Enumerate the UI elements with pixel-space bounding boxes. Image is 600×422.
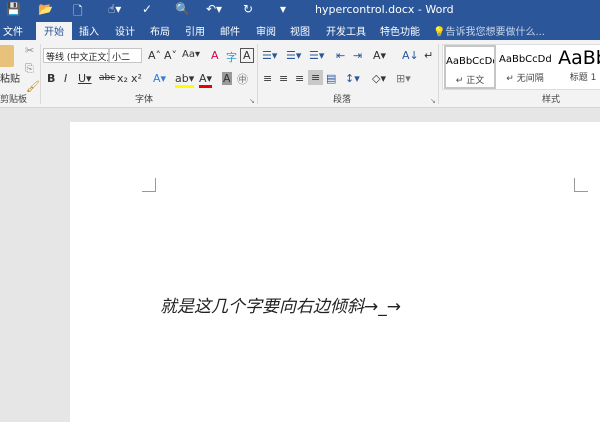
format-painter-icon[interactable]: 🖌 [26,80,40,93]
undo-icon[interactable]: ↶▾ [206,2,222,16]
strikethrough-icon[interactable]: abc [99,73,115,83]
style-preview: AaBbCcDd [499,54,551,65]
tab-mailings[interactable]: 邮件 [220,23,240,38]
redo-icon[interactable]: ↻ [243,2,253,16]
copy-icon[interactable]: ⎘ [25,62,34,76]
numbering-icon[interactable]: ☰▾ [286,49,301,62]
style-preview: AaBbCcDd [446,56,494,67]
style-heading-1[interactable]: AaBb 标题 1 [553,45,600,89]
document-text[interactable]: 就是这几个字要向右边倾斜→_→ [160,292,401,317]
multilevel-list-icon[interactable]: ☰▾ [309,49,324,62]
save-icon[interactable]: 💾 [6,2,21,16]
enclose-char-icon[interactable]: ㊥ [237,71,248,87]
justify-icon[interactable]: ≡ [308,70,324,85]
styles-gallery: AaBbCcDd ↵ 正文 AaBbCcDd ↵ 无间隔 AaBb 标题 1 [442,44,600,90]
decrease-indent-icon[interactable]: ⇤ [336,49,345,62]
superscript-icon[interactable]: x² [131,72,142,85]
divider [257,44,258,104]
line-spacing-icon[interactable]: ↕▾ [345,72,360,85]
lightbulb-icon: 💡 [433,27,446,38]
tab-layout[interactable]: 布局 [150,23,170,38]
print-preview-icon[interactable]: 🔍 [175,2,190,16]
styles-group-label: 样式 [542,95,561,105]
crop-mark-left [142,178,156,192]
font-name-select[interactable]: 等线 (中文正文) [43,48,109,63]
distributed-icon[interactable]: ▤ [326,72,336,85]
font-size-select[interactable]: 小二 [109,48,142,63]
grow-font-icon[interactable]: A˄ [148,49,161,62]
tab-developer[interactable]: 开发工具 [326,23,366,38]
tab-file[interactable]: 文件 [3,23,23,38]
font-color-icon[interactable]: A▾ [199,72,213,88]
ribbon-tabs: 文件 开始 插入 设计 布局 引用 邮件 审阅 视图 开发工具 特色功能 💡告诉… [0,20,600,40]
clear-format-icon[interactable]: A [211,49,219,62]
align-right-icon[interactable]: ≡ [295,72,304,85]
divider [40,44,41,104]
char-shading-icon[interactable]: A [222,72,232,85]
divider [438,44,439,104]
document-page[interactable]: 就是这几个字要向右边倾斜→_→ [70,122,600,422]
tab-view[interactable]: 视图 [290,23,310,38]
paste-button[interactable]: 粘贴 [0,70,20,85]
font-dialog-launcher[interactable]: ↘ [249,97,255,105]
crop-mark-right [574,178,588,192]
style-no-spacing[interactable]: AaBbCcDd ↵ 无间隔 [499,45,551,89]
align-left-icon[interactable]: ≡ [263,72,272,85]
paste-icon[interactable] [0,45,14,67]
shrink-font-icon[interactable]: A˅ [164,49,177,62]
align-center-icon[interactable]: ≡ [279,72,288,85]
change-case-icon[interactable]: Aa▾ [182,49,200,60]
underline-icon[interactable]: U▾ [78,72,92,85]
tab-design[interactable]: 设计 [115,23,135,38]
spelling-icon[interactable]: ✓ [142,2,152,16]
tell-me-text: 告诉我您想要做什么... [445,27,545,38]
cut-icon[interactable]: ✂ [25,44,34,57]
ribbon: 粘贴 ✂ ⎘ 🖌 剪贴板 等线 (中文正文) 小二 A˄ A˅ Aa▾ A 字 … [0,40,600,108]
open-icon[interactable]: 📂 [38,2,53,16]
shading-icon[interactable]: ◇▾ [372,72,386,85]
touch-mode-icon[interactable]: ☝▾ [108,2,121,16]
tab-features[interactable]: 特色功能 [380,23,420,38]
style-name: 标题 1 [569,73,597,83]
borders-icon[interactable]: ⊞▾ [396,72,411,85]
char-border-icon[interactable]: A [240,48,254,63]
show-marks-icon[interactable]: ↵ [424,49,433,62]
window-title: hypercontrol.docx - Word [315,3,454,16]
clipboard-group-label: 剪贴板 [0,95,28,105]
text-effects-icon[interactable]: A▾ [153,72,166,85]
phonetic-guide-icon[interactable]: 字 [226,49,237,65]
tab-review[interactable]: 审阅 [256,23,276,38]
tab-references[interactable]: 引用 [185,23,205,38]
style-preview: AaBb [558,47,600,69]
customize-icon[interactable]: ▾ [280,2,286,16]
tab-insert[interactable]: 插入 [79,23,99,38]
bold-icon[interactable]: B [47,72,55,85]
font-group-label: 字体 [135,95,154,105]
style-normal[interactable]: AaBbCcDd ↵ 正文 [444,45,496,89]
paragraph-dialog-launcher[interactable]: ↘ [430,97,436,105]
style-name: ↵ 正文 [455,76,485,86]
subscript-icon[interactable]: x₂ [117,72,128,85]
style-name: ↵ 无间隔 [506,74,544,84]
paragraph-group-label: 段落 [333,95,352,105]
tab-home[interactable]: 开始 [36,22,72,40]
asian-layout-icon[interactable]: A▾ [373,49,386,62]
title-bar: 💾 📂 🗋 ☝▾ ✓ 🔍 ↶▾ ↻ ▾ hypercontrol.docx - … [0,0,600,20]
highlight-icon[interactable]: ab▾ [175,72,195,88]
bullets-icon[interactable]: ☰▾ [262,49,277,62]
tell-me-search[interactable]: 💡告诉我您想要做什么... [433,23,545,38]
increase-indent-icon[interactable]: ⇥ [353,49,362,62]
sort-icon[interactable]: A↓ [402,49,419,62]
italic-icon[interactable]: I [64,72,67,85]
